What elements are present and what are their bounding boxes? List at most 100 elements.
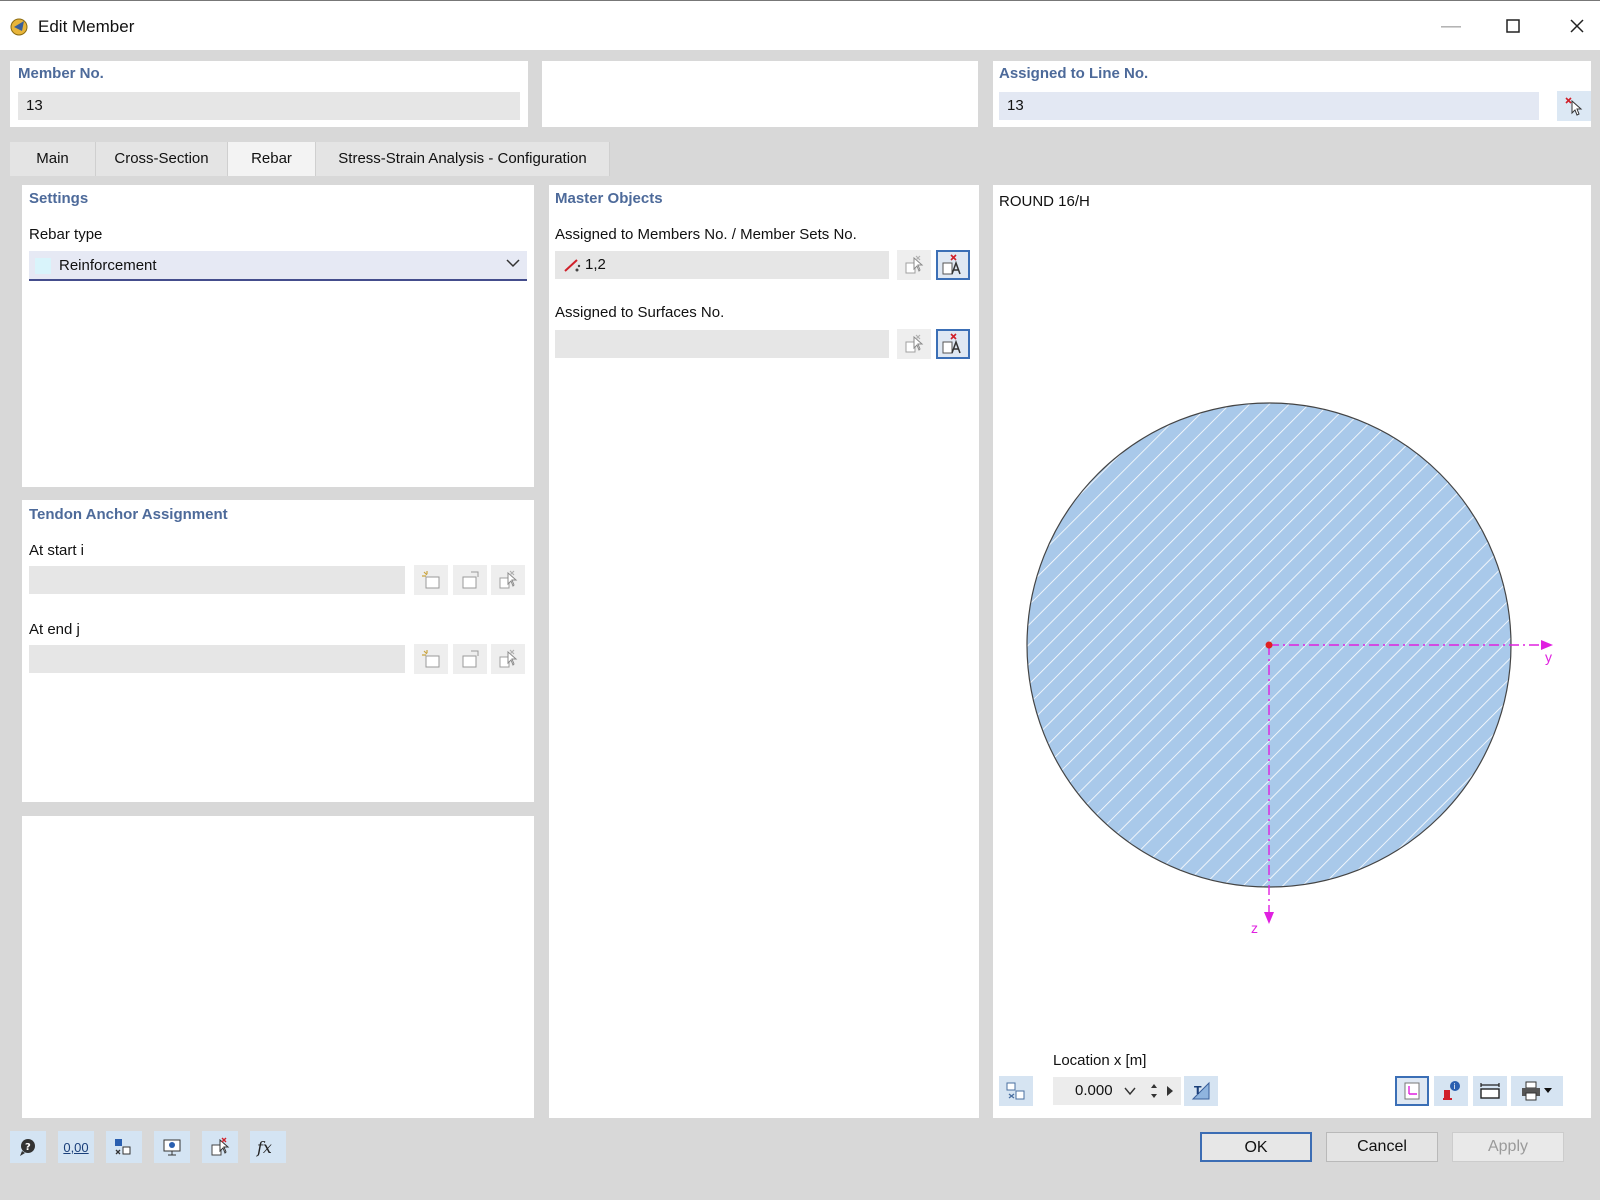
info-section-icon: i xyxy=(1443,1081,1460,1100)
members-value: 1,2 xyxy=(585,256,606,273)
centroid-point xyxy=(1265,641,1273,649)
new-object-icon xyxy=(422,650,440,668)
tab-main[interactable]: Main xyxy=(10,142,96,176)
chevron-down-icon xyxy=(506,259,520,268)
app-icon xyxy=(10,18,28,36)
start-pick-button[interactable] xyxy=(491,565,525,595)
tab-stress-strain[interactable]: Stress-Strain Analysis - Configuration xyxy=(316,142,610,176)
maximize-icon xyxy=(1506,19,1520,33)
member-no-panel: Member No. 13 xyxy=(10,61,528,127)
master-objects-title: Master Objects xyxy=(555,190,663,207)
member-no-label: Member No. xyxy=(18,65,104,82)
apply-button[interactable]: Apply xyxy=(1452,1132,1564,1162)
close-icon xyxy=(1570,19,1584,33)
pick-cursor-icon xyxy=(211,1137,230,1156)
rebar-type-select[interactable]: Reinforcement xyxy=(29,251,527,281)
view-icon xyxy=(163,1139,181,1156)
location-label: Location x [m] xyxy=(1053,1052,1147,1069)
spinner-arrows-icon[interactable] xyxy=(1149,1080,1159,1102)
printer-icon xyxy=(1522,1081,1540,1101)
maximize-button[interactable] xyxy=(1490,1,1536,51)
header-blank-panel xyxy=(542,61,978,127)
end-edit-button[interactable] xyxy=(453,644,487,674)
members-pick-button[interactable] xyxy=(897,250,931,280)
members-label: Assigned to Members No. / Member Sets No… xyxy=(555,226,857,243)
title-bar: Edit Member — xyxy=(0,0,1600,50)
tendon-title: Tendon Anchor Assignment xyxy=(29,506,228,523)
pick-cursor-icon xyxy=(499,649,518,668)
section-properties-button[interactable]: i xyxy=(1434,1076,1468,1106)
surfaces-label: Assigned to Surfaces No. xyxy=(555,304,725,321)
rebar-type-label: Rebar type xyxy=(29,226,103,243)
pick-cursor-icon xyxy=(905,334,924,353)
pick-cursor-icon xyxy=(905,255,924,274)
units-decimals-button[interactable]: 0,00 xyxy=(58,1131,94,1163)
line-no-label: Assigned to Line No. xyxy=(999,65,1149,82)
section-view-icon: T xyxy=(1191,1081,1210,1100)
pick-line-button[interactable] xyxy=(1557,91,1591,121)
decimals-icon: 0,00 xyxy=(63,1139,89,1155)
edit-object-icon xyxy=(462,650,479,668)
minimize-button[interactable]: — xyxy=(1428,1,1474,51)
surfaces-clear-button[interactable] xyxy=(936,329,970,359)
end-label: At end j xyxy=(29,621,80,638)
surfaces-pick-button[interactable] xyxy=(897,329,931,359)
section-view-button[interactable]: T xyxy=(1184,1076,1218,1106)
dimensions-button[interactable] xyxy=(1473,1076,1507,1106)
play-right-icon[interactable] xyxy=(1165,1084,1175,1098)
ok-button[interactable]: OK xyxy=(1200,1132,1312,1162)
pick-object-button[interactable] xyxy=(202,1131,238,1163)
settings-title: Settings xyxy=(29,190,89,207)
members-input[interactable]: 1,2 xyxy=(555,251,889,279)
dimension-icon xyxy=(1480,1083,1500,1099)
members-clear-button[interactable] xyxy=(936,250,970,280)
display-axes-button[interactable] xyxy=(1395,1076,1429,1106)
view-button[interactable] xyxy=(154,1131,190,1163)
end-pick-button[interactable] xyxy=(491,644,525,674)
display-properties-icon xyxy=(115,1139,131,1155)
line-no-input[interactable]: 13 xyxy=(999,92,1539,120)
start-new-button[interactable] xyxy=(414,565,448,595)
display-properties-button[interactable] xyxy=(106,1131,142,1163)
section-table-icon xyxy=(1006,1082,1025,1100)
start-anchor-input[interactable] xyxy=(29,566,405,594)
chevron-down-icon[interactable] xyxy=(1123,1084,1137,1098)
new-object-icon xyxy=(422,571,440,589)
settings-panel: Settings Rebar type Reinforcement xyxy=(22,185,534,487)
axes-icon xyxy=(1404,1082,1420,1100)
member-no-input[interactable]: 13 xyxy=(18,92,520,120)
pick-cursor-icon xyxy=(499,570,518,589)
line-no-panel: Assigned to Line No. 13 xyxy=(993,61,1591,127)
axis-y-label: y xyxy=(1545,649,1552,665)
empty-panel xyxy=(22,816,534,1118)
close-button[interactable] xyxy=(1554,1,1600,51)
rebar-type-color-swatch xyxy=(35,258,51,274)
cancel-button[interactable]: Cancel xyxy=(1326,1132,1438,1162)
section-info-button[interactable] xyxy=(999,1076,1033,1106)
tab-cross-section[interactable]: Cross-Section xyxy=(96,142,228,176)
edit-object-icon xyxy=(462,571,479,589)
section-preview-panel: ROUND 16/H y z Location x [m] 0.000 T i xyxy=(993,185,1591,1118)
axis-z-label: z xyxy=(1251,920,1258,936)
clear-selection-icon xyxy=(942,254,961,275)
svg-text:T: T xyxy=(1194,1084,1202,1097)
formula-icon: fx xyxy=(256,1138,272,1157)
location-spinner[interactable]: 0.000 xyxy=(1053,1077,1181,1105)
end-anchor-input[interactable] xyxy=(29,645,405,673)
master-objects-panel: Master Objects Assigned to Members No. /… xyxy=(549,185,979,1118)
end-new-button[interactable] xyxy=(414,644,448,674)
help-button[interactable]: ? xyxy=(10,1131,46,1163)
rebar-type-value: Reinforcement xyxy=(59,257,157,274)
tab-rebar[interactable]: Rebar xyxy=(228,142,316,176)
surfaces-input[interactable] xyxy=(555,330,889,358)
formula-button[interactable]: fx xyxy=(250,1131,286,1163)
svg-text:?: ? xyxy=(25,1142,31,1153)
window-title: Edit Member xyxy=(38,17,135,36)
help-icon: ? xyxy=(20,1139,35,1156)
print-button[interactable] xyxy=(1511,1076,1563,1106)
start-label: At start i xyxy=(29,542,85,559)
start-edit-button[interactable] xyxy=(453,565,487,595)
section-drawing xyxy=(1026,402,1553,924)
dropdown-arrow-icon xyxy=(1544,1088,1552,1093)
svg-text:i: i xyxy=(1454,1082,1456,1091)
